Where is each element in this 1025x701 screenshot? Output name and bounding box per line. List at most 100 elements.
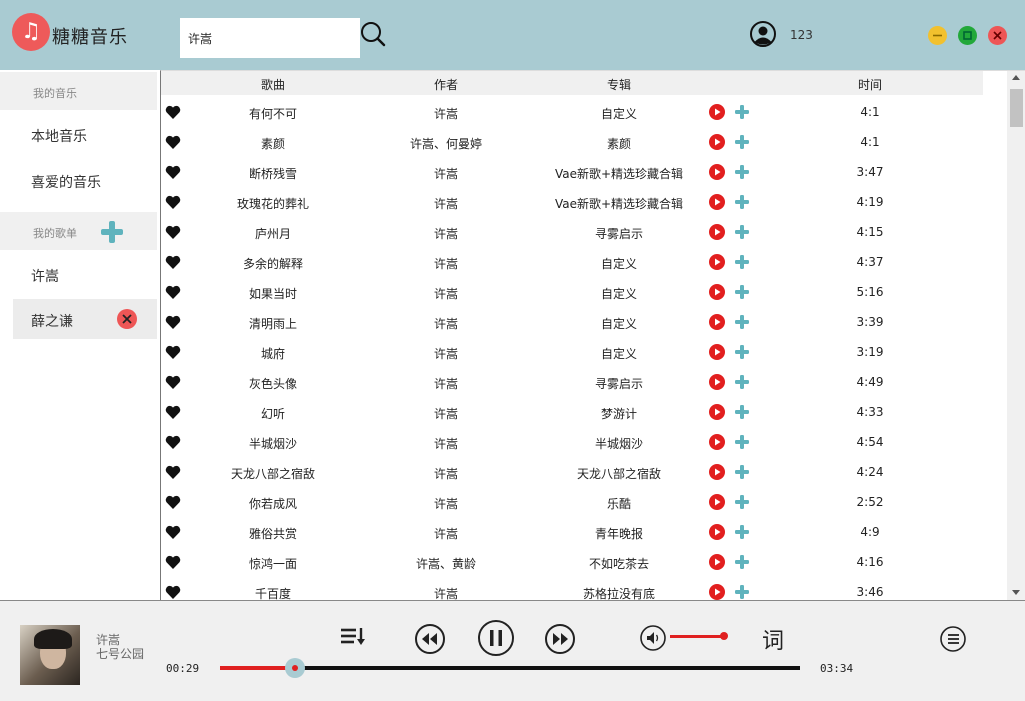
add-icon[interactable] [734,104,750,120]
add-icon[interactable] [734,404,750,420]
play-icon[interactable] [709,104,725,120]
volume-slider[interactable] [670,635,724,638]
table-row[interactable]: 庐州月 许嵩 寻雾启示 4:15 [161,217,1006,247]
table-row[interactable]: 玫瑰花的葬礼 许嵩 Vae新歌+精选珍藏合辑 4:19 [161,187,1006,217]
pause-icon[interactable] [477,619,515,657]
play-icon[interactable] [709,434,725,450]
heart-icon[interactable] [165,525,181,540]
sidebar-item-local-music[interactable]: 本地音乐 [13,114,157,154]
add-icon[interactable] [734,194,750,210]
play-icon[interactable] [709,524,725,540]
sidebar-item-playlist-xusong[interactable]: 许嵩 [13,254,157,294]
heart-icon[interactable] [165,555,181,570]
table-row[interactable]: 城府 许嵩 自定义 3:19 [161,337,1006,367]
heart-icon[interactable] [165,585,181,600]
heart-icon[interactable] [165,225,181,240]
scrollbar-thumb[interactable] [1010,89,1023,127]
play-icon[interactable] [709,134,725,150]
play-icon[interactable] [709,344,725,360]
lyrics-button[interactable]: 词 [762,623,784,655]
heart-icon[interactable] [165,285,181,300]
play-icon[interactable] [709,224,725,240]
table-row[interactable]: 清明雨上 许嵩 自定义 3:39 [161,307,1006,337]
heart-icon[interactable] [165,255,181,270]
add-icon[interactable] [734,584,750,600]
sidebar-item-favorite-music[interactable]: 喜爱的音乐 [13,160,157,200]
table-row[interactable]: 素颜 许嵩、何曼婷 素颜 4:1 [161,127,1006,157]
table-row[interactable]: 你若成风 许嵩 乐酷 2:52 [161,487,1006,517]
add-icon[interactable] [734,284,750,300]
table-row[interactable]: 幻听 许嵩 梦游计 4:33 [161,397,1006,427]
remove-playlist-button[interactable] [117,309,137,329]
add-playlist-icon[interactable] [100,220,124,244]
table-row[interactable]: 千百度 许嵩 苏格拉没有底 3:46 [161,577,1006,601]
heart-icon[interactable] [165,495,181,510]
add-icon[interactable] [734,134,750,150]
table-row[interactable]: 有何不可 许嵩 自定义 4:1 [161,97,1006,127]
play-icon[interactable] [709,494,725,510]
table-row[interactable]: 雅俗共赏 许嵩 青年晚报 4:9 [161,517,1006,547]
play-icon[interactable] [709,254,725,270]
user-avatar-icon[interactable] [750,21,776,47]
volume-slider-handle[interactable] [720,632,728,640]
playlist-order-icon[interactable] [339,625,367,649]
table-row[interactable]: 灰色头像 许嵩 寻雾启示 4:49 [161,367,1006,397]
add-icon[interactable] [734,554,750,570]
next-track-icon[interactable] [544,623,576,655]
close-button[interactable] [988,26,1007,45]
add-icon[interactable] [734,254,750,270]
add-icon[interactable] [734,464,750,480]
add-icon[interactable] [734,164,750,180]
play-icon[interactable] [709,554,725,570]
album-cover[interactable] [20,625,80,685]
add-icon[interactable] [734,374,750,390]
heart-icon[interactable] [165,405,181,420]
column-header-artist[interactable]: 作者 [434,76,458,93]
search-input[interactable] [180,18,360,58]
heart-icon[interactable] [165,135,181,150]
scroll-down-arrow-icon[interactable] [1012,590,1020,595]
play-icon[interactable] [709,314,725,330]
table-row[interactable]: 天龙八部之宿敌 许嵩 天龙八部之宿敌 4:24 [161,457,1006,487]
heart-icon[interactable] [165,465,181,480]
heart-icon[interactable] [165,105,181,120]
add-icon[interactable] [734,224,750,240]
column-header-time[interactable]: 时间 [858,76,882,93]
volume-icon[interactable] [640,625,666,651]
play-icon[interactable] [709,584,725,600]
play-icon[interactable] [709,164,725,180]
heart-icon[interactable] [165,165,181,180]
add-icon[interactable] [734,344,750,360]
progress-bar[interactable] [220,658,800,678]
menu-list-icon[interactable] [940,626,966,652]
maximize-button[interactable] [958,26,977,45]
add-icon[interactable] [734,434,750,450]
play-icon[interactable] [709,464,725,480]
play-icon[interactable] [709,404,725,420]
vertical-scrollbar[interactable] [1007,71,1025,601]
heart-icon[interactable] [165,435,181,450]
heart-icon[interactable] [165,375,181,390]
table-row[interactable]: 如果当时 许嵩 自定义 5:16 [161,277,1006,307]
previous-track-icon[interactable] [414,623,446,655]
heart-icon[interactable] [165,315,181,330]
sidebar-item-playlist-xuezhiqian[interactable]: 薛之谦 [13,299,157,339]
play-icon[interactable] [709,284,725,300]
search-icon[interactable] [360,21,386,47]
heart-icon[interactable] [165,345,181,360]
play-icon[interactable] [709,194,725,210]
add-icon[interactable] [734,494,750,510]
play-icon[interactable] [709,374,725,390]
table-row[interactable]: 惊鸿一面 许嵩、黄龄 不如吃茶去 4:16 [161,547,1006,577]
column-header-album[interactable]: 专辑 [607,76,631,93]
table-row[interactable]: 断桥残雪 许嵩 Vae新歌+精选珍藏合辑 3:47 [161,157,1006,187]
table-row[interactable]: 多余的解释 许嵩 自定义 4:37 [161,247,1006,277]
scroll-up-arrow-icon[interactable] [1012,75,1020,80]
table-row[interactable]: 半城烟沙 许嵩 半城烟沙 4:54 [161,427,1006,457]
minimize-button[interactable] [928,26,947,45]
add-icon[interactable] [734,314,750,330]
add-icon[interactable] [734,524,750,540]
progress-handle[interactable] [285,658,306,678]
column-header-song[interactable]: 歌曲 [261,76,285,93]
heart-icon[interactable] [165,195,181,210]
